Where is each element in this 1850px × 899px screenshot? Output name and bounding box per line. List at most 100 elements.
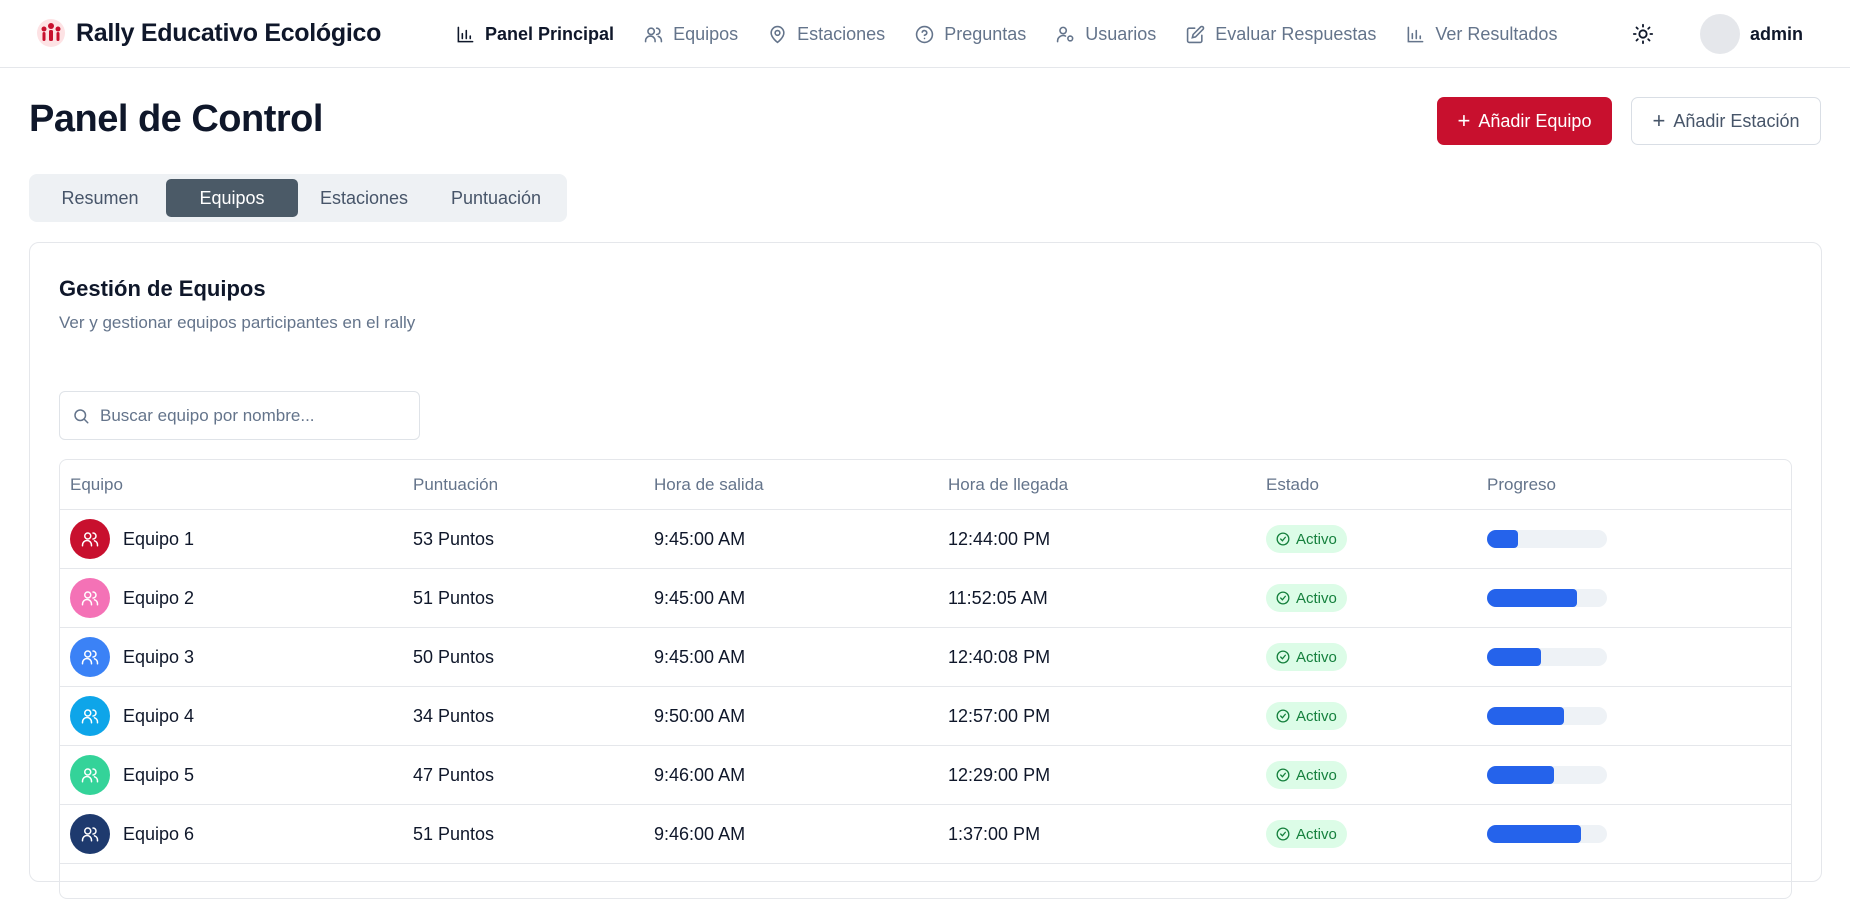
team-departure-time: 9:50:00 AM [654, 705, 746, 726]
team-name: Equipo 6 [123, 823, 195, 844]
progress-fill [1487, 766, 1555, 784]
team-avatar [70, 519, 110, 559]
nav-item-panel-principal[interactable]: Panel Principal [456, 24, 614, 45]
team-avatar [70, 814, 110, 854]
progress-bar [1487, 707, 1607, 725]
team-avatar [70, 578, 110, 618]
brand[interactable]: Rally Educativo Ecológico [36, 16, 381, 50]
team-departure-time: 9:46:00 AM [654, 823, 746, 844]
progress-fill [1487, 589, 1577, 607]
team-name: Equipo 1 [123, 528, 195, 549]
users-icon [644, 26, 663, 42]
nav-label: Usuarios [1085, 23, 1157, 44]
team-arrival-time: 1:37:00 PM [948, 823, 1041, 844]
users-icon [81, 591, 99, 606]
nav-label: Estaciones [797, 23, 886, 44]
check-circle-icon [1276, 650, 1290, 664]
user-menu[interactable]: admin [1700, 14, 1803, 54]
nav-label: Evaluar Respuestas [1215, 23, 1377, 44]
team-avatar [70, 637, 110, 677]
avatar [1700, 14, 1740, 54]
progress-bar [1487, 766, 1607, 784]
team-departure-time: 9:45:00 AM [654, 528, 746, 549]
progress-fill [1487, 530, 1519, 548]
nav-label: Preguntas [944, 23, 1027, 44]
progress-fill [1487, 648, 1541, 666]
theme-toggle-button[interactable] [1628, 19, 1658, 49]
users-icon [81, 650, 99, 665]
team-arrival-time: 12:57:00 PM [948, 705, 1051, 726]
user-cog-icon [1057, 26, 1074, 42]
status-badge: Activo [1266, 820, 1347, 848]
map-pin-icon [770, 25, 785, 43]
status-badge: Activo [1266, 761, 1347, 789]
team-score: 51 Puntos [413, 823, 495, 844]
teams-card: Gestión de Equipos Ver y gestionar equip… [29, 242, 1822, 899]
tab-resumen[interactable]: Resumen [34, 179, 166, 217]
search-input[interactable] [100, 405, 400, 426]
column-header-estado: Estado [1266, 474, 1319, 494]
nav-item-preguntas[interactable]: Preguntas [915, 24, 1026, 45]
nav-item-ver-resultados[interactable]: Ver Resultados [1406, 24, 1557, 45]
nav-item-usuarios[interactable]: Usuarios [1056, 24, 1156, 45]
team-departure-time: 9:46:00 AM [654, 764, 746, 785]
bar-chart-icon [457, 26, 474, 42]
users-icon [81, 827, 99, 842]
users-icon [81, 709, 99, 724]
tab-list: Resumen Equipos Estaciones Puntuación [29, 174, 567, 222]
tab-puntuacion[interactable]: Puntuación [430, 179, 562, 217]
team-departure-time: 9:45:00 AM [654, 587, 746, 608]
table-row[interactable]: Equipo 6 51 Puntos 9:46:00 AM 1:37:00 PM… [60, 805, 1791, 864]
column-header-hora-llegada: Hora de llegada [948, 474, 1069, 494]
top-navbar: Rally Educativo Ecológico Panel Principa… [0, 0, 1850, 68]
tab-estaciones[interactable]: Estaciones [298, 179, 430, 217]
check-circle-icon [1276, 768, 1290, 782]
check-circle-icon [1276, 827, 1290, 841]
nav-label: Equipos [673, 23, 739, 44]
table-row[interactable]: Equipo 5 47 Puntos 9:46:00 AM 12:29:00 P… [60, 746, 1791, 805]
users-icon [81, 532, 99, 547]
team-score: 47 Puntos [413, 764, 495, 785]
nav-item-evaluar-respuestas[interactable]: Evaluar Respuestas [1186, 24, 1376, 45]
status-badge: Activo [1266, 584, 1347, 612]
progress-fill [1487, 707, 1564, 725]
add-station-button[interactable]: + Añadir Estación [1631, 97, 1821, 145]
team-score: 50 Puntos [413, 646, 495, 667]
page-title: Panel de Control [29, 98, 323, 140]
bar-chart-icon [1407, 26, 1424, 42]
nav-item-equipos[interactable]: Equipos [644, 24, 738, 45]
table-row[interactable]: Equipo 1 53 Puntos 9:45:00 AM 12:44:00 P… [60, 510, 1791, 569]
status-badge: Activo [1266, 702, 1347, 730]
column-header-progreso: Progreso [1487, 474, 1556, 494]
progress-bar [1487, 648, 1607, 666]
check-circle-icon [1276, 532, 1290, 546]
card-title: Gestión de Equipos [59, 276, 266, 301]
add-team-button[interactable]: + Añadir Equipo [1437, 97, 1612, 145]
status-badge: Activo [1266, 643, 1347, 671]
main-nav: Panel Principal Equipos Estaciones Pregu… [456, 18, 1587, 50]
nav-item-estaciones[interactable]: Estaciones [768, 24, 885, 45]
plus-icon: + [1457, 108, 1471, 133]
add-team-label: Añadir Equipo [1478, 110, 1592, 131]
status-label: Activo [1296, 825, 1337, 843]
table-row[interactable]: Equipo 2 51 Puntos 9:45:00 AM 11:52:05 A… [60, 569, 1791, 628]
team-score: 34 Puntos [413, 705, 495, 726]
team-logo-icon [37, 19, 65, 47]
tab-equipos[interactable]: Equipos [166, 179, 298, 217]
table-row[interactable]: Equipo 4 34 Puntos 9:50:00 AM 12:57:00 P… [60, 687, 1791, 746]
help-circle-icon [915, 25, 934, 43]
search-box[interactable] [59, 391, 420, 440]
user-name: admin [1750, 23, 1804, 44]
status-label: Activo [1296, 589, 1337, 607]
team-arrival-time: 12:40:08 PM [948, 646, 1051, 667]
team-name: Equipo 4 [123, 705, 195, 726]
column-header-hora-salida: Hora de salida [654, 474, 764, 494]
nav-label: Panel Principal [485, 23, 615, 44]
table-row[interactable]: Equipo 3 50 Puntos 9:45:00 AM 12:40:08 P… [60, 628, 1791, 687]
team-avatar [70, 755, 110, 795]
team-avatar [70, 696, 110, 736]
team-name: Equipo 5 [123, 764, 195, 785]
teams-table: Equipo Puntuación Hora de salida Hora de… [59, 459, 1792, 899]
progress-bar [1487, 825, 1607, 843]
team-score: 53 Puntos [413, 528, 495, 549]
